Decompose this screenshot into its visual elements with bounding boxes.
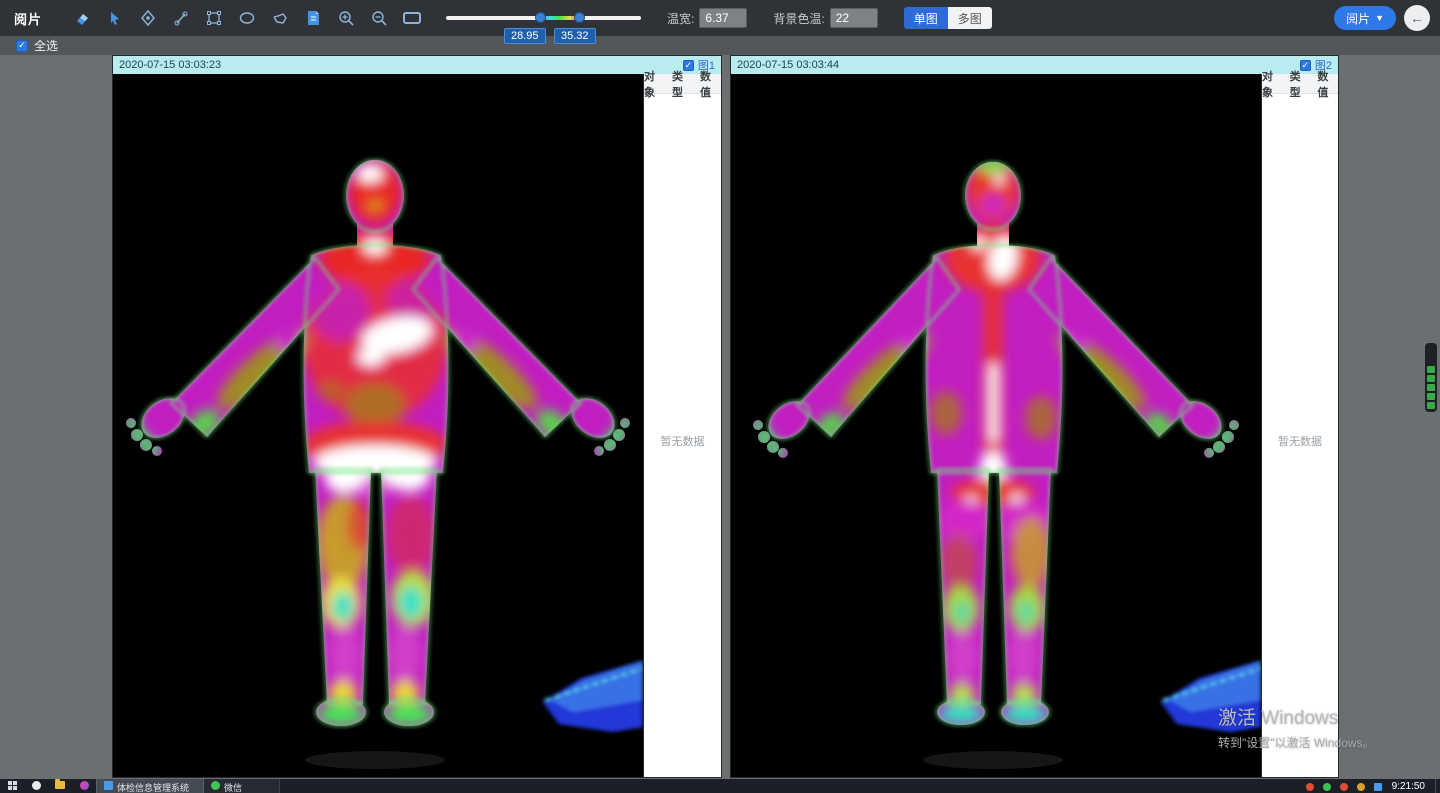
app-title: 阅片 — [0, 9, 56, 28]
windows-taskbar: 体检信息管理系统 微信 9:21:50 — [0, 779, 1440, 793]
windows-logo-icon — [8, 781, 17, 790]
polygon-tool-icon[interactable] — [268, 6, 292, 30]
folder-icon — [55, 781, 65, 789]
image-panel-1: 2020-07-15 03:03:23 图1 — [112, 55, 722, 778]
bg-temp-label: 背景色温: — [773, 10, 824, 27]
single-view-button[interactable]: 单图 — [904, 7, 948, 29]
empty-data-text-2: 暂无数据 — [1262, 433, 1338, 449]
image-panel-2: 2020-07-15 03:03:44 图2 — [730, 55, 1339, 778]
ellipse-tool-icon[interactable] — [235, 6, 259, 30]
active-app-task-button[interactable]: 体检信息管理系统 — [96, 779, 204, 793]
wechat-task-button[interactable]: 微信 — [204, 779, 280, 793]
view-menu-label: 阅片 — [1346, 10, 1370, 27]
panel-1-header: 2020-07-15 03:03:23 图1 — [113, 56, 721, 74]
thermal-image-back[interactable] — [731, 74, 1261, 777]
active-app-icon — [104, 781, 113, 790]
wechat-icon — [211, 781, 220, 790]
cold-object-shape — [1161, 660, 1261, 732]
panel-2-header: 2020-07-15 03:03:44 图2 — [731, 56, 1338, 74]
thermal-image-front[interactable] — [113, 74, 643, 777]
view-menu-button[interactable]: 阅片 ▼ — [1334, 6, 1396, 30]
taskbar-app-icon-2[interactable] — [72, 779, 96, 793]
rect-tool-icon[interactable] — [202, 6, 226, 30]
temp-width-label: 温宽: — [667, 10, 694, 27]
eraser-icon[interactable] — [70, 6, 94, 30]
report-icon[interactable] — [301, 6, 325, 30]
tray-icon-green[interactable] — [1323, 783, 1331, 791]
col-type: 类型 — [672, 68, 693, 100]
clock[interactable]: 9:21:50 — [1382, 780, 1435, 792]
tray-icon-red[interactable] — [1306, 783, 1314, 791]
start-button[interactable] — [0, 779, 24, 793]
zoom-out-icon[interactable] — [367, 6, 391, 30]
line-tool-icon[interactable] — [169, 6, 193, 30]
select-all-checkbox[interactable] — [16, 40, 28, 52]
back-arrow-icon: ← — [1410, 10, 1424, 26]
measurement-panel-2: 对象 类型 数值 暂无数据 — [1261, 74, 1338, 777]
app-icon — [80, 781, 89, 790]
zoom-in-icon[interactable] — [334, 6, 358, 30]
tray-icon-orange[interactable] — [1357, 783, 1365, 791]
fit-screen-icon[interactable] — [400, 6, 424, 30]
battery-indicator — [1425, 343, 1437, 412]
slider-low-value: 28.95 — [504, 28, 546, 44]
col-object: 对象 — [1262, 68, 1283, 100]
tray-icon-blue[interactable] — [1374, 783, 1382, 791]
empty-data-text-1: 暂无数据 — [644, 433, 721, 449]
chevron-down-icon: ▼ — [1375, 13, 1384, 23]
active-app-label: 体检信息管理系统 — [117, 781, 189, 793]
panel-2-timestamp: 2020-07-15 03:03:44 — [737, 59, 839, 71]
select-cursor-icon[interactable] — [103, 6, 127, 30]
temp-width-field: 温宽: — [667, 8, 747, 28]
bg-temp-input[interactable] — [830, 8, 878, 28]
col-object: 对象 — [644, 68, 665, 100]
temp-width-input[interactable] — [699, 8, 747, 28]
taskbar-app-icon-1[interactable] — [24, 779, 48, 793]
system-tray — [1306, 781, 1382, 791]
multi-view-button[interactable]: 多图 — [948, 7, 992, 29]
tool-group — [70, 6, 424, 30]
measurement-columns-1: 对象 类型 数值 — [644, 74, 721, 94]
browser-icon — [32, 781, 41, 790]
temperature-range-slider[interactable]: 28.95 35.32 — [446, 6, 641, 30]
cold-object-shape — [543, 660, 643, 732]
file-explorer-button[interactable] — [48, 779, 72, 793]
measurement-panel-1: 对象 类型 数值 暂无数据 — [643, 74, 721, 777]
top-toolbar: 阅片 — [0, 0, 1440, 36]
slider-handle-high[interactable] — [574, 12, 585, 23]
back-button[interactable]: ← — [1404, 5, 1430, 31]
select-all-label: 全选 — [34, 37, 58, 54]
main-area: 2020-07-15 03:03:23 图1 — [0, 55, 1440, 779]
col-value: 数值 — [1317, 68, 1338, 100]
bg-temp-field: 背景色温: — [773, 8, 877, 28]
wechat-label: 微信 — [224, 781, 242, 793]
point-tool-icon[interactable] — [136, 6, 160, 30]
col-type: 类型 — [1290, 68, 1311, 100]
tray-icon-red-2[interactable] — [1340, 783, 1348, 791]
slider-high-value: 35.32 — [554, 28, 596, 44]
col-value: 数值 — [700, 68, 721, 100]
show-desktop-button[interactable] — [1435, 779, 1440, 793]
slider-handle-low[interactable] — [535, 12, 546, 23]
sub-toolbar: 全选 — [0, 36, 1440, 55]
view-mode-switch: 单图 多图 — [904, 7, 992, 29]
panel-1-timestamp: 2020-07-15 03:03:23 — [119, 59, 221, 71]
measurement-columns-2: 对象 类型 数值 — [1262, 74, 1338, 94]
